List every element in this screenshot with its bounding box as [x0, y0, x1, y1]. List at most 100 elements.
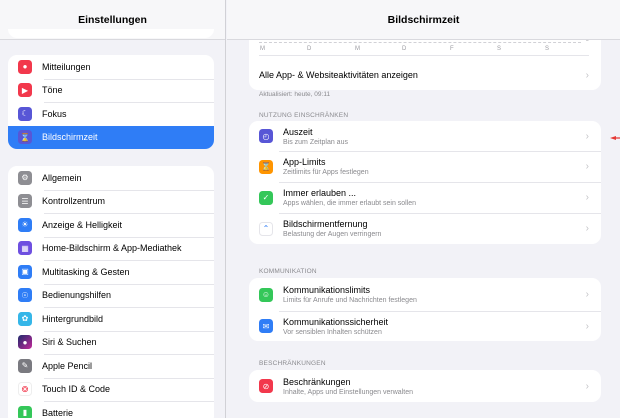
siri-icon: ● [18, 335, 32, 350]
no-entry-icon: ⊘ [259, 379, 273, 393]
all-activity-label: Alle App- & Websiteaktivitäten anzeigen [259, 70, 418, 80]
row-subtitle: Vor sensiblen Inhalten schützen [283, 328, 382, 336]
fingerprint-icon: ❂ [18, 382, 32, 397]
sidebar-item-label: Mitteilungen [42, 61, 91, 72]
sidebar-item-hintergrundbild[interactable]: ✿ Hintergrundbild [8, 307, 214, 331]
sidebar-group-1: ● Mitteilungen ▶ Töne ☾ Fokus ⌛ Bildschi… [8, 55, 214, 149]
sidebar-item-label: Allgemein [42, 172, 82, 183]
chevron-right-icon: › [585, 130, 589, 142]
communication-card: ☺ Kommunikationslimits Limits für Anrufe … [249, 278, 601, 341]
sidebar-group-2: ⚙ Allgemein ☰ Kontrollzentrum ☀ Anzeige … [8, 166, 214, 418]
sun-icon: ☀ [18, 217, 32, 232]
speaker-icon: ▶ [18, 83, 32, 98]
sidebar-scroll-stub [8, 29, 214, 38]
sidebar-item-label: Apple Pencil [42, 360, 93, 371]
immer-erlauben-row[interactable]: ✓ Immer erlauben ... Apps wählen, die imm… [249, 182, 601, 213]
bell-icon: ● [18, 59, 32, 74]
row-title: Auszeit [283, 126, 313, 137]
sidebar-item-batterie[interactable]: ▮ Batterie [8, 401, 214, 418]
bildschirmentfernung-row[interactable]: ⌃ Bildschirmentfernung Belastung der Auge… [249, 213, 601, 244]
axis-day-label: S [497, 46, 502, 52]
chart-gridline [259, 42, 581, 43]
row-title: Bildschirmentfernung [283, 219, 368, 229]
chevron-right-icon: › [585, 192, 589, 203]
sidebar-item-home-bildschirm[interactable]: ▦ Home-Bildschirm & App-Mediathek [8, 236, 214, 261]
chevrons-up-icon: ⌃ [259, 221, 273, 236]
sidebar: Einstellungen ● Mitteilungen ▶ Töne ☾ Fo… [0, 0, 226, 418]
section-header-communication: KOMMUNIKATION [259, 268, 317, 275]
sidebar-item-label: Siri & Suchen [42, 337, 97, 348]
chevron-right-icon: › [585, 161, 589, 172]
row-subtitle: Limits für Anrufe und Nachrichten festle… [283, 297, 417, 304]
sidebar-item-bildschirmzeit[interactable]: ⌛ Bildschirmzeit [8, 125, 214, 149]
sidebar-item-label: Bedienungshilfen [42, 290, 112, 301]
multitasking-icon: ▣ [18, 264, 32, 279]
page-title: Bildschirmzeit [227, 0, 620, 40]
kommunikationssicherheit-row[interactable]: ✉ Kommunikationssicherheit Vor sensiblen … [249, 311, 601, 341]
grid-icon: ▦ [18, 241, 32, 256]
limit-card: ◴ Auszeit Bis zum Zeitplan aus › ⌛ App-Li… [249, 121, 601, 244]
person-bubble-icon: ☺ [259, 287, 273, 302]
accessibility-icon: ☉ [18, 288, 32, 303]
sidebar-item-label: Hintergrundbild [42, 313, 104, 324]
downtime-icon: ◴ [259, 129, 273, 143]
beschraenkungen-row[interactable]: ⊘ Beschränkungen Inhalte, Apps und Einste… [249, 370, 601, 402]
axis-day-label: S [545, 46, 550, 52]
sidebar-item-siri[interactable]: ● Siri & Suchen [8, 330, 214, 355]
all-activity-row[interactable]: Alle App- & Websiteaktivitäten anzeigen … [249, 60, 601, 90]
sidebar-item-apple-pencil[interactable]: ✎ Apple Pencil [8, 354, 214, 378]
row-title: Kommunikationslimits [283, 285, 371, 295]
sidebar-item-mitteilungen[interactable]: ● Mitteilungen [8, 55, 214, 79]
axis-day-label: M [260, 46, 265, 52]
battery-icon: ▮ [18, 405, 32, 418]
restrictions-card: ⊘ Beschränkungen Inhalte, Apps und Einste… [249, 370, 601, 402]
main-panel: Bildschirmzeit 0 M D M D F S S Alle App-… [227, 0, 620, 418]
sidebar-item-label: Touch ID & Code [42, 384, 111, 395]
row-title: Kommunikationssicherheit [283, 316, 389, 327]
sidebar-item-label: Anzeige & Helligkeit [42, 219, 123, 230]
chevron-right-icon: › [585, 223, 589, 234]
sidebar-item-kontrollzentrum[interactable]: ☰ Kontrollzentrum [8, 189, 214, 214]
sidebar-item-touch-id[interactable]: ❂ Touch ID & Code [8, 377, 214, 402]
chevron-right-icon: › [585, 320, 589, 332]
row-subtitle: Apps wählen, die immer erlaubt sein soll… [283, 200, 417, 207]
pencil-icon: ✎ [18, 358, 32, 373]
sidebar-item-bedienungshilfen[interactable]: ☉ Bedienungshilfen [8, 283, 214, 308]
row-subtitle: Bis zum Zeitplan aus [283, 138, 348, 146]
sidebar-item-fokus[interactable]: ☾ Fokus [8, 102, 214, 126]
axis-day-label: M [355, 46, 360, 52]
sidebar-item-label: Fokus [42, 108, 67, 119]
axis-day-label: D [307, 46, 312, 52]
row-title: Immer erlauben ... [283, 188, 357, 198]
chat-icon: ✉ [259, 319, 273, 333]
sidebar-item-multitasking[interactable]: ▣ Multitasking & Gesten [8, 260, 214, 284]
hourglass-icon: ⌛ [259, 159, 273, 174]
sidebar-item-label: Batterie [42, 407, 74, 418]
row-subtitle: Inhalte, Apps und Einstellungen verwalte… [283, 388, 413, 396]
sidebar-item-label: Bildschirmzeit [42, 132, 98, 143]
moon-icon: ☾ [18, 106, 32, 121]
settings-window: Einstellungen ● Mitteilungen ▶ Töne ☾ Fo… [0, 0, 620, 418]
sidebar-item-label: Kontrollzentrum [42, 196, 106, 207]
kommunikationslimits-row[interactable]: ☺ Kommunikationslimits Limits für Anrufe … [249, 278, 601, 311]
chevron-right-icon: › [585, 289, 589, 300]
app-limits-row[interactable]: ⌛ App-Limits Zeitlimits für Apps festlege… [249, 151, 601, 182]
updated-label: Aktualisiert: heute, 09:11 [259, 91, 331, 98]
switches-icon: ☰ [18, 194, 32, 209]
sidebar-item-anzeige[interactable]: ☀ Anzeige & Helligkeit [8, 213, 214, 237]
auszeit-row[interactable]: ◴ Auszeit Bis zum Zeitplan aus › [249, 121, 601, 151]
row-subtitle: Belastung der Augen verringern [283, 231, 382, 238]
sidebar-item-toene[interactable]: ▶ Töne [8, 78, 214, 103]
sidebar-item-label: Töne [42, 85, 63, 96]
hourglass-icon: ⌛ [18, 130, 32, 145]
sidebar-item-label: Multitasking & Gesten [42, 266, 130, 277]
pointer-arrow-icon [610, 136, 620, 140]
axis-day-label: F [450, 46, 454, 52]
checkmark-icon: ✓ [259, 190, 273, 205]
sidebar-item-label: Home-Bildschirm & App-Mediathek [42, 243, 182, 254]
axis-day-label: D [402, 46, 407, 52]
chevron-right-icon: › [585, 69, 589, 81]
sidebar-item-allgemein[interactable]: ⚙ Allgemein [8, 166, 214, 190]
section-header-restrictions: BESCHRÄNKUNGEN [259, 360, 326, 367]
row-title: Beschränkungen [283, 376, 351, 387]
